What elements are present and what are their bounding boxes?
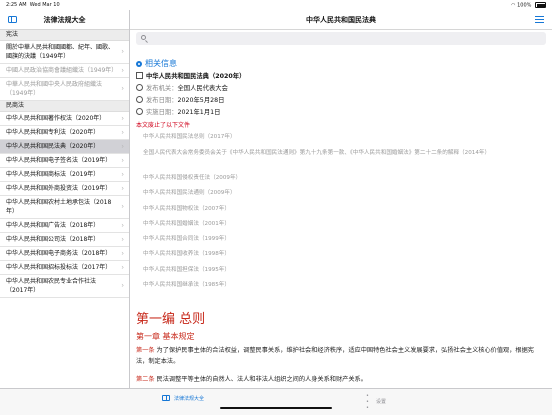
sidebar-nav-bar: 法律法规大全 — [0, 10, 129, 30]
page-title: 中华人民共和国民法典 — [306, 16, 376, 24]
search-bar[interactable] — [136, 32, 546, 45]
clock-icon — [136, 108, 143, 115]
info-heading: 相关信息 — [136, 58, 177, 69]
sidebar: 法律法规大全 宪法 關於中華人民共和國國都、紀年、國歌、國旗的決議（1949年）… — [0, 10, 130, 388]
abolish-note: 本文废止了以下文件 — [136, 122, 191, 129]
menu-icon[interactable] — [535, 16, 544, 23]
section-header: 民商法 — [0, 101, 129, 112]
list-item-label: 中华人民共和国电子商务法（2018年） — [6, 250, 112, 257]
list-item[interactable]: 中华人民共和国公司法（2018年） › — [0, 233, 129, 247]
sidebar-title: 法律法规大全 — [43, 16, 86, 24]
list-item-label: 中华人民共和国农村土地承包法（2018年） — [6, 199, 112, 215]
chevron-right-icon: › — [121, 142, 124, 150]
battery-level: 100% — [517, 2, 532, 9]
status-right: ◠ 100% — [511, 2, 546, 9]
chevron-right-icon: › — [121, 221, 124, 229]
list-item-label: 中华人民共和国著作权法（2020年） — [6, 115, 106, 122]
chevron-right-icon: › — [121, 281, 124, 290]
part-title: 第一编 总则 — [136, 312, 206, 327]
list-item[interactable]: 中华人民共和国电子签名法（2019年） › — [0, 154, 129, 168]
list-item[interactable]: 關於中華人民共和國國都、紀年、國歌、國旗的決議（1949年） › — [0, 41, 129, 64]
list-item[interactable]: 中华人民共和国招标投标法（2017年） › — [0, 261, 129, 275]
list-item-label: 中华人民共和国公司法（2018年） — [6, 236, 100, 243]
wifi-icon: ◠ — [511, 2, 516, 9]
list-item[interactable]: 中华人民共和国商标法（2019年） › — [0, 168, 129, 182]
publish-date-row: 发布日期：2020年5月28日 — [136, 95, 224, 104]
related-law-link[interactable]: 中华人民共和国婚姻法（2001年） — [143, 220, 548, 229]
chevron-right-icon: › — [121, 249, 124, 257]
article-paragraph: 第一条 为了保护民事主体的合法权益，调整民事关系，维护社会和经济秩序，适应中国特… — [136, 347, 534, 365]
main-nav-bar: 中华人民共和国民法典 — [130, 10, 552, 30]
list-item-label: 中华人民共和国广告法（2018年） — [6, 222, 100, 229]
person-icon — [136, 84, 143, 91]
chevron-right-icon: › — [121, 156, 124, 164]
law-list-constitution: 關於中華人民共和國國都、紀年、國歌、國旗的決議（1949年） › 中國人民政治協商會… — [0, 41, 129, 101]
related-law-link[interactable]: 中华人民共和国收养法（1998年） — [143, 250, 548, 259]
related-law-link[interactable]: 中华人民共和国民法总则（2017年） — [143, 133, 548, 142]
more-dots-icon: • • • — [366, 393, 370, 411]
detail-pane: 中华人民共和国民法典 相关信息 中华人民共和国民法典（2020年） 发布机关：全… — [130, 10, 552, 388]
book-icon — [162, 395, 170, 401]
article-paragraph: 第二条 民法调整平等主体的自然人、法人和非法人组织之间的人身关系和财产关系。 — [136, 376, 367, 383]
clock-icon — [136, 96, 143, 103]
battery-icon — [535, 2, 546, 8]
list-item[interactable]: 中华人民共和国著作权法（2020年） › — [0, 112, 129, 126]
status-bar: 2:25 AM Wed Mar 10 ◠ 100% — [0, 0, 552, 10]
chevron-right-icon: › — [121, 235, 124, 243]
list-item[interactable]: 中华人民共和国农村土地承包法（2018年） › — [0, 196, 129, 219]
list-item-label: 關於中華人民共和國國都、紀年、國歌、國旗的決議（1949年） — [6, 44, 115, 60]
list-item-label: 中华人民共和国电子签名法（2019年） — [6, 157, 112, 164]
list-item[interactable]: 中华人民共和国外商投资法（2019年） › — [0, 182, 129, 196]
list-item-label: 中華人民共和國中央人民政府組織法（1949年） — [6, 81, 103, 97]
related-law-link[interactable]: 中华人民共和国担保法（1995年） — [143, 266, 548, 275]
related-law-link[interactable]: 全国人民代表大会常务委员会关于《中华人民共和国民法通则》第九十九条第一款、《中华… — [143, 149, 548, 158]
list-item-label: 中华人民共和国招标投标法（2017年） — [6, 264, 112, 271]
list-item-label: 中华人民共和国商标法（2019年） — [6, 171, 100, 178]
chevron-right-icon: › — [121, 170, 124, 178]
list-item[interactable]: 中华人民共和国电子商务法（2018年） › — [0, 247, 129, 261]
tab-bar: 法律法规大全 • • • 设置 — [0, 388, 552, 415]
related-law-link[interactable]: 中华人民共和国物权法（2007年） — [143, 205, 548, 214]
chevron-right-icon: › — [121, 47, 124, 56]
tab-law-library[interactable]: 法律法规大全 — [162, 395, 204, 402]
gear-icon — [136, 60, 142, 67]
related-law-link[interactable]: 中华人民共和国继承法（1985年） — [143, 281, 548, 290]
chevron-right-icon: › — [121, 128, 124, 136]
publisher-row: 发布机关：全国人民代表大会 — [136, 83, 228, 92]
related-law-link[interactable]: 中华人民共和国合同法（1999年） — [143, 235, 548, 244]
document-icon — [136, 72, 143, 79]
section-header: 宪法 — [0, 30, 129, 41]
list-item-label: 中华人民共和国民法典（2020年） — [6, 143, 100, 150]
search-icon — [141, 35, 146, 40]
list-item[interactable]: 中华人民共和国广告法（2018年） › — [0, 219, 129, 233]
list-item[interactable]: 中华人民共和国专利法（2020年） › — [0, 126, 129, 140]
list-item[interactable]: 中國人民政治協商會議組織法（1949年） › — [0, 64, 129, 78]
law-name-row: 中华人民共和国民法典（2020年） — [136, 71, 245, 80]
home-indicator — [220, 407, 332, 409]
list-item[interactable]: 中华人民共和国农民专业合作社法（2017年） › — [0, 275, 129, 298]
chevron-right-icon: › — [121, 263, 124, 271]
list-item-label: 中华人民共和国外商投资法（2019年） — [6, 185, 112, 192]
search-input[interactable] — [150, 33, 540, 44]
list-item-label: 中华人民共和国农民专业合作社法（2017年） — [6, 278, 97, 294]
related-law-link[interactable]: 中华人民共和国侵权责任法（2009年） — [143, 174, 548, 183]
effective-date-row: 实施日期：2021年1月1日 — [136, 107, 220, 116]
chevron-right-icon: › — [121, 66, 124, 74]
status-time: 2:25 AM Wed Mar 10 — [6, 2, 60, 8]
chevron-right-icon: › — [121, 184, 124, 192]
chevron-right-icon: › — [121, 202, 124, 211]
list-item[interactable]: 中华人民共和国民法典（2020年） › — [0, 140, 129, 154]
chevron-right-icon: › — [121, 84, 124, 93]
chapter-title: 第一章 基本规定 — [136, 332, 195, 341]
list-item-label: 中國人民政治協商會議組織法（1949年） — [6, 67, 118, 74]
law-list-civil: 中华人民共和国著作权法（2020年） › 中华人民共和国专利法（2020年） › 中华人… — [0, 112, 129, 298]
chevron-right-icon: › — [121, 114, 124, 122]
related-law-link[interactable]: 中华人民共和国民法通则（2009年） — [143, 189, 548, 198]
list-item-label: 中华人民共和国专利法（2020年） — [6, 129, 100, 136]
list-item[interactable]: 中華人民共和國中央人民政府組織法（1949年） › — [0, 78, 129, 101]
